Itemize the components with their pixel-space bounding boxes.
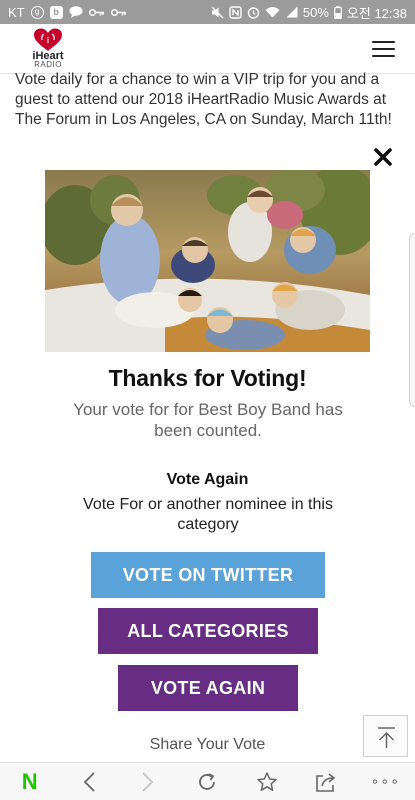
article-intro-text: Vote daily for a chance to win a VIP tri…: [15, 71, 392, 128]
hamburger-line: [372, 41, 395, 43]
star-icon: [257, 771, 277, 791]
bookmark-button[interactable]: [247, 767, 287, 797]
carrier-label: KT: [8, 4, 25, 20]
close-modal-button[interactable]: [372, 146, 394, 168]
modal-title: Thanks for Voting!: [108, 365, 307, 391]
key-icon: [88, 8, 105, 17]
share-button[interactable]: [306, 767, 346, 797]
chevron-left-icon: [83, 771, 95, 792]
more-options-button[interactable]: ∘∘∘: [365, 767, 405, 797]
nominee-photo: [45, 170, 370, 352]
clock-label: 오전 12:38: [346, 5, 407, 21]
arrow-up-icon: [378, 727, 395, 748]
menu-button[interactable]: [372, 41, 395, 57]
browser-bottom-bar: N ∘∘∘: [0, 762, 415, 800]
key-icon: [110, 8, 127, 17]
reload-icon: [199, 772, 216, 790]
forward-button[interactable]: [128, 767, 168, 797]
close-icon: [374, 148, 392, 166]
status-bar: KT g b 50% 오전 12:38: [0, 0, 415, 24]
chevron-right-icon: [142, 771, 154, 792]
back-button[interactable]: [69, 767, 109, 797]
naver-icon: N: [21, 768, 38, 794]
logo-text-radio: RADIO: [34, 60, 62, 69]
vote-again-description: Vote For or another nominee in this cate…: [83, 496, 333, 533]
hamburger-line: [372, 48, 395, 50]
battery-icon: [334, 5, 342, 19]
wifi-icon: [265, 6, 280, 18]
vote-again-button[interactable]: VOTE AGAIN: [118, 665, 298, 711]
site-header: i iHeart RADIO: [0, 24, 415, 74]
alarm-icon: [247, 6, 260, 19]
vote-again-heading: Vote Again: [166, 471, 249, 488]
iheartradio-logo[interactable]: i iHeart RADIO: [28, 28, 68, 72]
vote-on-twitter-button[interactable]: VOTE ON TWITTER: [91, 552, 325, 598]
naver-home-button[interactable]: N: [10, 767, 50, 797]
hamburger-line: [372, 55, 395, 57]
vote-confirmation-modal: Thanks for Voting! Your vote for for Bes…: [0, 140, 415, 762]
all-categories-button[interactable]: ALL CATEGORIES: [98, 608, 318, 654]
circle-g-icon: g: [30, 5, 44, 19]
beatport-icon: b: [49, 5, 63, 19]
vote-counted-message: Your vote for for Best Boy Band has been…: [73, 400, 343, 440]
svg-text:i: i: [47, 36, 49, 45]
signal-icon: [285, 6, 298, 18]
scroll-to-top-button[interactable]: [363, 715, 408, 757]
chat-bubble-icon: [69, 6, 83, 18]
iheart-heart-icon: i: [34, 28, 62, 51]
reload-button[interactable]: [187, 767, 227, 797]
side-panel-handle[interactable]: [409, 233, 415, 407]
nfc-icon: [229, 5, 242, 19]
battery-percent: 50%: [302, 4, 329, 20]
mute-icon: [211, 6, 224, 19]
share-your-vote-label: Share Your Vote: [149, 736, 266, 753]
share-icon: [316, 772, 336, 792]
more-dots-icon: ∘∘∘: [370, 773, 400, 789]
